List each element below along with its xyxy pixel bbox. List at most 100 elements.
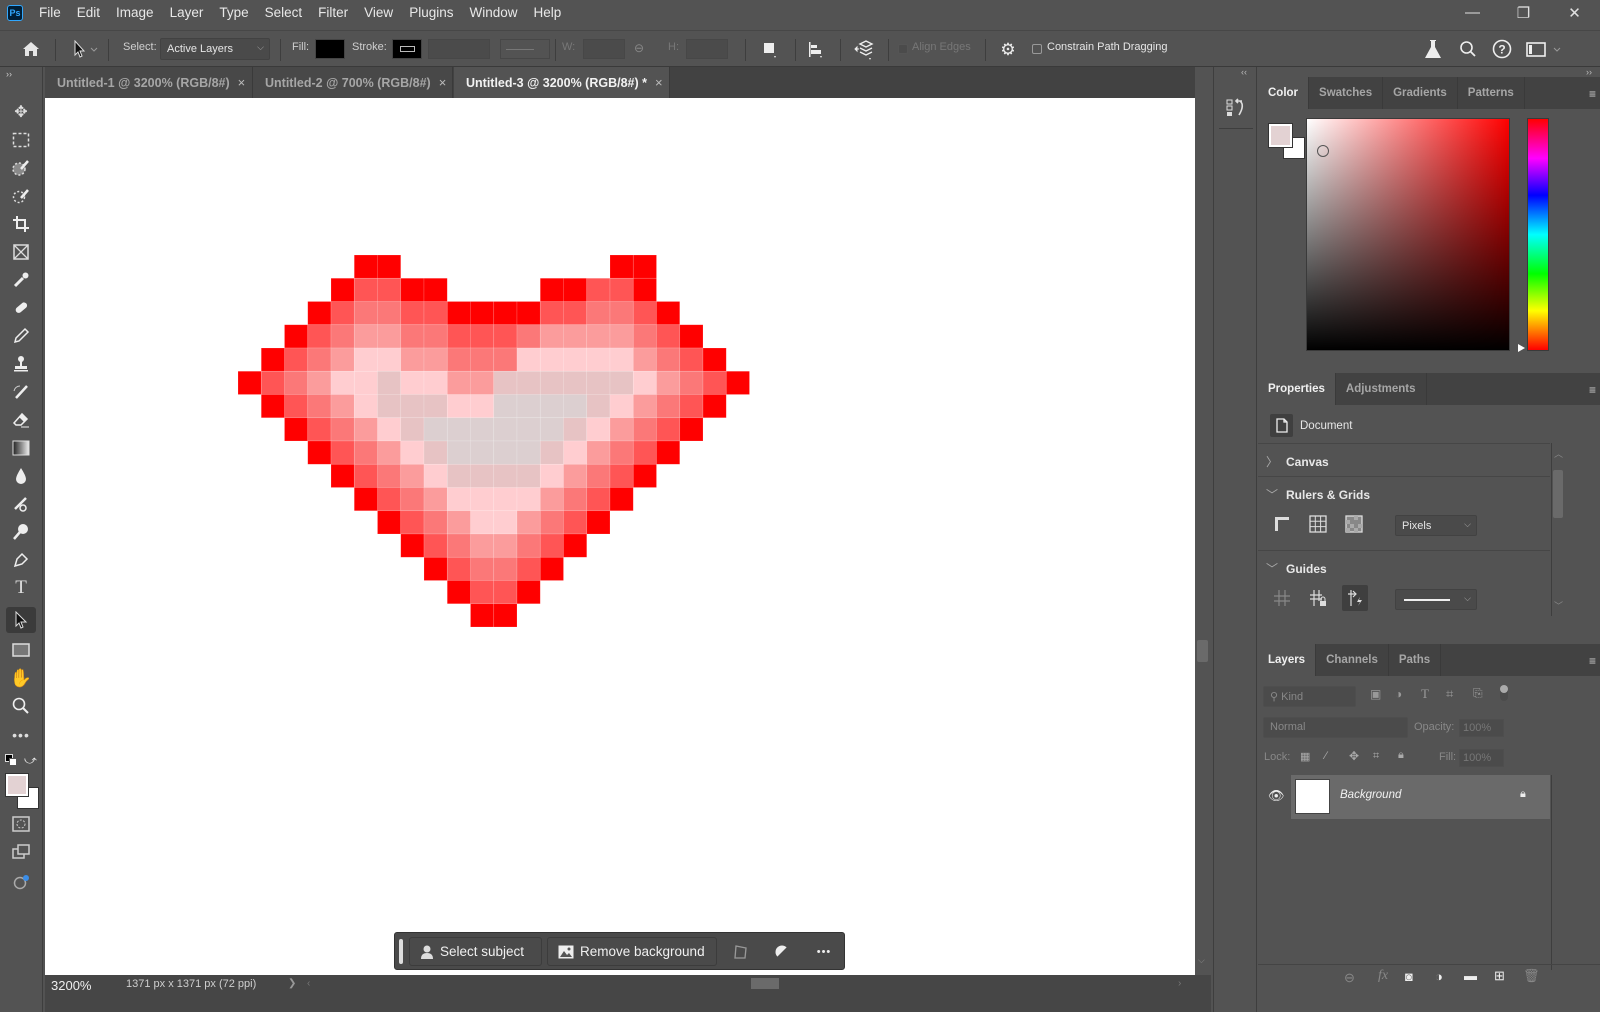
drag-handle[interactable] (399, 939, 403, 964)
fill-swatch[interactable] (315, 39, 345, 59)
fx-icon[interactable]: fx (1378, 968, 1388, 984)
hand-tool[interactable]: ✋ (6, 665, 36, 691)
close-tab-icon[interactable]: × (655, 75, 663, 90)
history-panel-button[interactable] (1219, 89, 1253, 129)
zoom-tool[interactable] (6, 693, 36, 719)
menu-help[interactable]: Help (525, 0, 569, 25)
zoom-level[interactable]: 3200% (51, 978, 91, 993)
object-selection-tool[interactable] (6, 155, 36, 181)
rulers-grids-section-header[interactable]: ﹀ Rulers & Grids (1266, 486, 1370, 503)
panel-scroll-down-icon[interactable]: ﹀ (1554, 599, 1563, 612)
foreground-color-swatch[interactable] (5, 773, 29, 797)
tab-gradients[interactable]: Gradients (1383, 77, 1458, 109)
scroll-thumb[interactable] (1197, 640, 1208, 662)
menu-view[interactable]: View (356, 0, 401, 25)
crop-tool[interactable] (6, 211, 36, 237)
tab-properties[interactable]: Properties (1258, 373, 1336, 405)
more-options-button[interactable]: ••• (813, 942, 835, 962)
tab-untitled-3[interactable]: Untitled-3 @ 3200% (RGB/8#) * × (454, 67, 670, 98)
type-tool[interactable]: T (6, 575, 36, 601)
path-alignment-button[interactable] (806, 40, 826, 60)
tab-channels[interactable]: Channels (1316, 644, 1389, 676)
tab-color[interactable]: Color (1258, 77, 1310, 109)
close-tab-icon[interactable]: × (439, 75, 447, 90)
tab-paths[interactable]: Paths (1389, 644, 1442, 676)
restore-button[interactable]: ❐ (1498, 0, 1549, 25)
search-button[interactable] (1457, 38, 1479, 60)
home-button[interactable] (18, 37, 44, 61)
delete-layer-icon[interactable]: 🗑︎ (1523, 968, 1540, 984)
select-dropdown[interactable]: Active Layers ⌵ (160, 38, 270, 60)
minimize-button[interactable]: — (1447, 0, 1498, 25)
menu-type[interactable]: Type (211, 0, 256, 25)
default-colors-button[interactable] (5, 754, 17, 766)
scroll-right-icon[interactable]: › (1178, 978, 1181, 989)
workspace-switcher[interactable] (1524, 38, 1564, 60)
generative-button[interactable] (6, 869, 36, 895)
select-subject-button[interactable]: Select subject (409, 937, 542, 966)
adjustment-button[interactable] (772, 942, 792, 962)
frame-tool[interactable] (6, 239, 36, 265)
saturation-brightness-field[interactable] (1306, 118, 1510, 351)
color-picker-ring[interactable] (1317, 145, 1329, 157)
canvas-vertical-scrollbar[interactable]: ⌵ (1195, 98, 1211, 975)
smart-guides-toggle[interactable] (1342, 585, 1368, 611)
settings-gear-button[interactable]: ⚙ (997, 39, 1019, 61)
layer-row-background[interactable]: 👁︎ Background 🔒︎ (1258, 775, 1550, 819)
tab-untitled-2[interactable]: Untitled-2 @ 700% (RGB/8#) × (253, 67, 453, 98)
rectangular-marquee-tool[interactable] (6, 127, 36, 153)
scroll-left-icon[interactable]: ‹ (307, 978, 310, 989)
status-menu-arrow[interactable]: ❯ (288, 978, 296, 989)
close-window-button[interactable]: ✕ (1549, 0, 1600, 25)
menu-file[interactable]: File (31, 0, 69, 25)
spot-healing-tool[interactable] (6, 295, 36, 321)
quick-selection-tool[interactable] (6, 183, 36, 209)
expand-panels-icon[interactable]: ›› (1586, 67, 1592, 77)
clone-stamp-tool[interactable] (6, 351, 36, 377)
menu-plugins[interactable]: Plugins (401, 0, 461, 25)
close-tab-icon[interactable]: × (238, 75, 246, 90)
stroke-swatch[interactable] (392, 39, 422, 59)
panel-menu-icon[interactable]: ≡ (1589, 87, 1596, 101)
new-adjustment-layer-icon[interactable]: ◑ (1435, 969, 1443, 984)
pencil-tool[interactable] (6, 323, 36, 349)
menu-filter[interactable]: Filter (310, 0, 356, 25)
move-tool[interactable]: ✥ (6, 99, 36, 125)
collapse-panels-icon[interactable]: ‹‹ (1241, 67, 1247, 77)
gradient-tool[interactable] (6, 435, 36, 461)
panel-scroll-up-icon[interactable]: ︿ (1554, 447, 1563, 460)
pen-tool[interactable] (6, 547, 36, 573)
new-group-folder-icon[interactable]: ▬ (1464, 968, 1477, 983)
canvas-section-header[interactable]: 〉 Canvas (1266, 453, 1329, 470)
menu-select[interactable]: Select (257, 0, 311, 25)
menu-edit[interactable]: Edit (69, 0, 108, 25)
remove-background-button[interactable]: Remove background (547, 937, 717, 966)
panel-foreground-swatch[interactable] (1268, 123, 1293, 148)
edit-toolbar-button[interactable]: ••• (6, 722, 36, 748)
properties-scroll-thumb[interactable] (1553, 470, 1563, 518)
eyedropper-tool[interactable] (6, 267, 36, 293)
path-selection-tool[interactable] (6, 607, 36, 633)
tab-untitled-1[interactable]: Untitled-1 @ 3200% (RGB/8#) × (45, 67, 253, 98)
scroll-down-icon[interactable]: ⌵ (1198, 955, 1205, 966)
menu-image[interactable]: Image (108, 0, 162, 25)
swap-colors-icon[interactable]: ⤻ (24, 753, 37, 768)
guides-section-header[interactable]: ﹀ Guides (1266, 560, 1327, 577)
path-arrangement-button[interactable] (851, 39, 875, 61)
link-layers-icon[interactable]: ⊖ (1344, 970, 1355, 986)
pixel-grid-toggle[interactable] (1344, 514, 1364, 534)
menu-layer[interactable]: Layer (162, 0, 212, 25)
screen-mode-button[interactable] (6, 839, 36, 865)
lock-guides-toggle[interactable] (1308, 588, 1328, 608)
new-layer-icon[interactable]: ⊞ (1494, 968, 1505, 984)
tab-patterns[interactable]: Patterns (1458, 77, 1525, 109)
show-guides-toggle[interactable] (1272, 588, 1292, 608)
panel-menu-icon[interactable]: ≡ (1589, 383, 1596, 397)
history-brush-tool[interactable] (6, 379, 36, 405)
help-button[interactable]: ? (1491, 38, 1513, 60)
layer-name[interactable]: Background (1340, 789, 1401, 801)
grid-toggle[interactable] (1308, 514, 1328, 534)
tab-layers[interactable]: Layers (1258, 644, 1317, 676)
labs-button[interactable] (1422, 38, 1444, 60)
eraser-tool[interactable] (6, 407, 36, 433)
